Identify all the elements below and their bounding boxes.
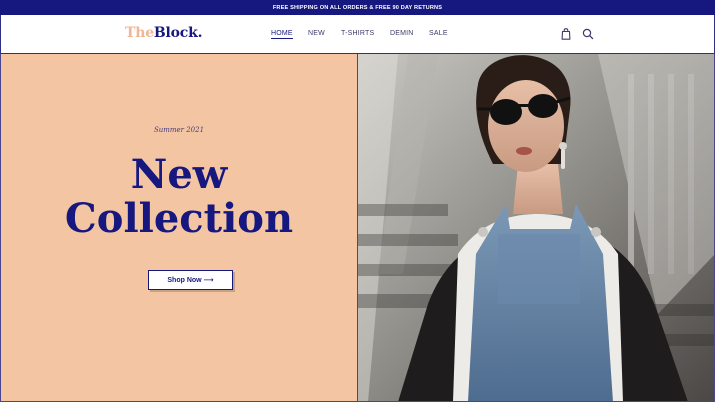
nav-item-home[interactable]: HOME — [271, 30, 293, 39]
headline-line-2: Collection — [64, 195, 294, 242]
promo-text: FREE SHIPPING ON ALL ORDERS & FREE 90 DA… — [272, 4, 443, 11]
hero-panel: Summer 2021 New Collection Shop Now ⟶ — [0, 54, 358, 402]
nav-item-new[interactable]: NEW — [308, 30, 325, 37]
headline-line-1: New — [130, 151, 228, 198]
hero-eyebrow: Summer 2021 — [153, 126, 205, 134]
hero-headline: New Collection — [1, 153, 357, 241]
nav-item-demin[interactable]: DEMIN — [390, 30, 414, 37]
shopping-bag-icon — [559, 27, 573, 41]
hero-image — [358, 54, 715, 402]
nav-item-sale[interactable]: SALE — [429, 30, 448, 37]
site-header: TheBlock. HOME NEW T-SHIRTS DEMIN SALE — [0, 15, 715, 54]
brand-logo[interactable]: TheBlock. — [125, 25, 202, 41]
logo-text-block: Block. — [153, 25, 203, 41]
logo-text-the: The — [125, 25, 154, 41]
search-button[interactable] — [581, 27, 595, 41]
promo-banner: FREE SHIPPING ON ALL ORDERS & FREE 90 DA… — [0, 0, 715, 15]
search-icon — [581, 27, 595, 41]
cart-button[interactable] — [559, 27, 573, 41]
shop-now-button[interactable]: Shop Now ⟶ — [148, 270, 233, 290]
nav-item-t-shirts[interactable]: T-SHIRTS — [341, 30, 374, 37]
